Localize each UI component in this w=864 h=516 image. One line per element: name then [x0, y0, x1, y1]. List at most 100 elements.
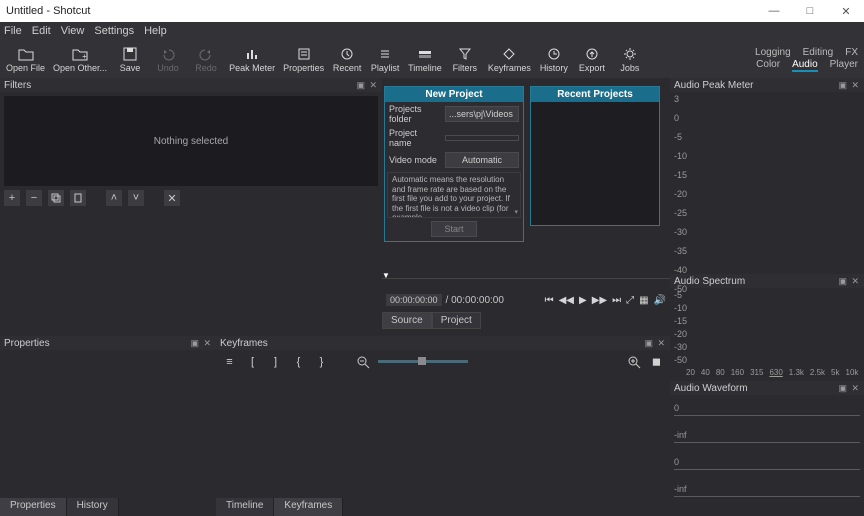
layout-tab-fx[interactable]: FX [845, 47, 858, 58]
maximize-button[interactable]: □ [792, 0, 828, 22]
new-project-header: New Project [385, 87, 523, 102]
minimize-button[interactable]: — [756, 0, 792, 22]
layout-tab-audio[interactable]: Audio [792, 59, 818, 72]
next-frame-icon[interactable]: ▶▶ [592, 295, 607, 306]
layout-tab-logging[interactable]: Logging [755, 47, 791, 58]
toolbar-playlist-button[interactable]: Playlist [370, 45, 400, 73]
filter-copy-button[interactable] [48, 190, 64, 206]
toolbar-redo-button[interactable]: Redo [191, 45, 221, 73]
filter-clear-button[interactable]: ✕ [164, 190, 180, 206]
panel-controls-icon[interactable]: ▣ ✕ [838, 276, 860, 287]
play-icon[interactable]: ▶ [579, 295, 587, 306]
peak-tick: 3 [674, 94, 864, 113]
kf-brace-close-icon[interactable]: } [314, 354, 329, 369]
zoom-icon[interactable]: ⤢ [626, 295, 634, 306]
layout-tab-color[interactable]: Color [756, 59, 780, 72]
undo-icon [159, 45, 177, 63]
main-toolbar: Open File +Open Other... Save Undo Redo Peak … [0, 40, 864, 78]
menu-view[interactable]: View [61, 25, 85, 37]
toolbar-undo-button[interactable]: Undo [153, 45, 183, 73]
svg-text:+: + [82, 52, 87, 61]
toolbar-open-other--button[interactable]: +Open Other... [53, 45, 107, 73]
skip-start-icon[interactable]: ⏮ [545, 295, 554, 306]
filter-paste-button[interactable] [70, 190, 86, 206]
folder-icon [17, 45, 35, 63]
redo-icon [197, 45, 215, 63]
player-tab-source[interactable]: Source [382, 312, 432, 329]
player-tab-project[interactable]: Project [432, 312, 481, 329]
toolbar-peak-meter-button[interactable]: Peak Meter [229, 45, 275, 73]
props-icon [295, 45, 313, 63]
peak-tick: -30 [674, 227, 864, 246]
keyframes-icon [500, 45, 518, 63]
projects-folder-label: Projects folder [389, 104, 441, 124]
grid-icon[interactable]: ▦ [639, 295, 648, 306]
kf-fit-icon[interactable]: ◼ [649, 354, 664, 369]
toolbar-timeline-button[interactable]: Timeline [408, 45, 442, 73]
filter-remove-button[interactable]: − [26, 190, 42, 206]
properties-panel: Properties ▣ ✕ [0, 336, 216, 498]
toolbar-keyframes-button[interactable]: Keyframes [488, 45, 531, 73]
menu-help[interactable]: Help [144, 25, 167, 37]
panel-controls-icon[interactable]: ▣ ✕ [190, 338, 212, 349]
panel-controls-icon[interactable]: ▣ ✕ [356, 80, 378, 91]
kf-zoom-out-icon[interactable] [355, 354, 370, 369]
bottom-tab-history[interactable]: History [67, 498, 119, 516]
kf-bracket-close-icon[interactable]: ] [268, 354, 283, 369]
project-name-label: Project name [389, 128, 441, 148]
toolbar-properties-button[interactable]: Properties [283, 45, 324, 73]
kf-menu-icon[interactable]: ≡ [222, 354, 237, 369]
menu-settings[interactable]: Settings [94, 25, 134, 37]
kf-bracket-open-icon[interactable]: [ [245, 354, 260, 369]
layout-tab-player[interactable]: Player [830, 59, 858, 72]
peak-tick: -5 [674, 132, 864, 151]
filter-up-button[interactable]: ˄ [106, 190, 122, 206]
toolbar-jobs-button[interactable]: Jobs [615, 45, 645, 73]
toolbar-filters-button[interactable]: Filters [450, 45, 480, 73]
kf-brace-open-icon[interactable]: { [291, 354, 306, 369]
projects-folder-button[interactable]: ...sers\pj\Videos [445, 106, 519, 122]
bottom-tab-timeline[interactable]: Timeline [216, 498, 274, 516]
panel-controls-icon[interactable]: ▣ ✕ [838, 80, 860, 91]
timeline-icon [416, 45, 434, 63]
toolbar-open-file-button[interactable]: Open File [6, 45, 45, 73]
filter-down-button[interactable]: ˅ [128, 190, 144, 206]
toolbar-save-button[interactable]: Save [115, 45, 145, 73]
start-button[interactable]: Start [431, 221, 477, 237]
close-button[interactable]: ✕ [828, 0, 864, 22]
panel-controls-icon[interactable]: ▣ ✕ [838, 383, 860, 394]
menu-edit[interactable]: Edit [32, 25, 51, 37]
kf-zoom-in-icon[interactable] [626, 354, 641, 369]
peak-tick: -15 [674, 170, 864, 189]
player-scrubber[interactable] [382, 278, 670, 290]
peak-meter-title: Audio Peak Meter [674, 80, 754, 91]
kf-zoom-slider[interactable] [378, 360, 468, 363]
save-icon [121, 45, 139, 63]
window-titlebar: Untitled - Shotcut — □ ✕ [0, 0, 864, 22]
toolbar-export-button[interactable]: Export [577, 45, 607, 73]
filter-add-button[interactable]: + [4, 190, 20, 206]
layout-tab-editing[interactable]: Editing [803, 47, 834, 58]
video-mode-select[interactable]: Automatic [445, 152, 519, 168]
skip-end-icon[interactable]: ⏭ [612, 295, 621, 306]
recent-icon [338, 45, 356, 63]
bottom-tab-keyframes[interactable]: Keyframes [274, 498, 343, 516]
peak-tick: -10 [674, 151, 864, 170]
timecode-total: / 00:00:00:00 [446, 295, 504, 306]
panel-controls-icon[interactable]: ▣ ✕ [644, 338, 666, 349]
volume-icon[interactable]: 🔊 [654, 295, 666, 306]
toolbar-history-button[interactable]: History [539, 45, 569, 73]
folder-plus-icon: + [71, 45, 89, 63]
project-name-input[interactable] [445, 135, 519, 141]
video-mode-description: Automatic means the resolution and frame… [387, 172, 521, 218]
toolbar-recent-button[interactable]: Recent [332, 45, 362, 73]
filters-preview: Nothing selected [4, 96, 378, 186]
list-icon [376, 45, 394, 63]
menu-file[interactable]: File [4, 25, 22, 37]
menu-bar: File Edit View Settings Help [0, 22, 864, 40]
prev-frame-icon[interactable]: ◀◀ [559, 295, 574, 306]
peak-tick: 0 [674, 113, 864, 132]
peak-meter-panel: Audio Peak Meter ▣ ✕ 30-5-10-15-20-25-30… [670, 78, 864, 274]
timecode-current[interactable]: 00:00:00:00 [386, 294, 442, 306]
bottom-tab-properties[interactable]: Properties [0, 498, 67, 516]
